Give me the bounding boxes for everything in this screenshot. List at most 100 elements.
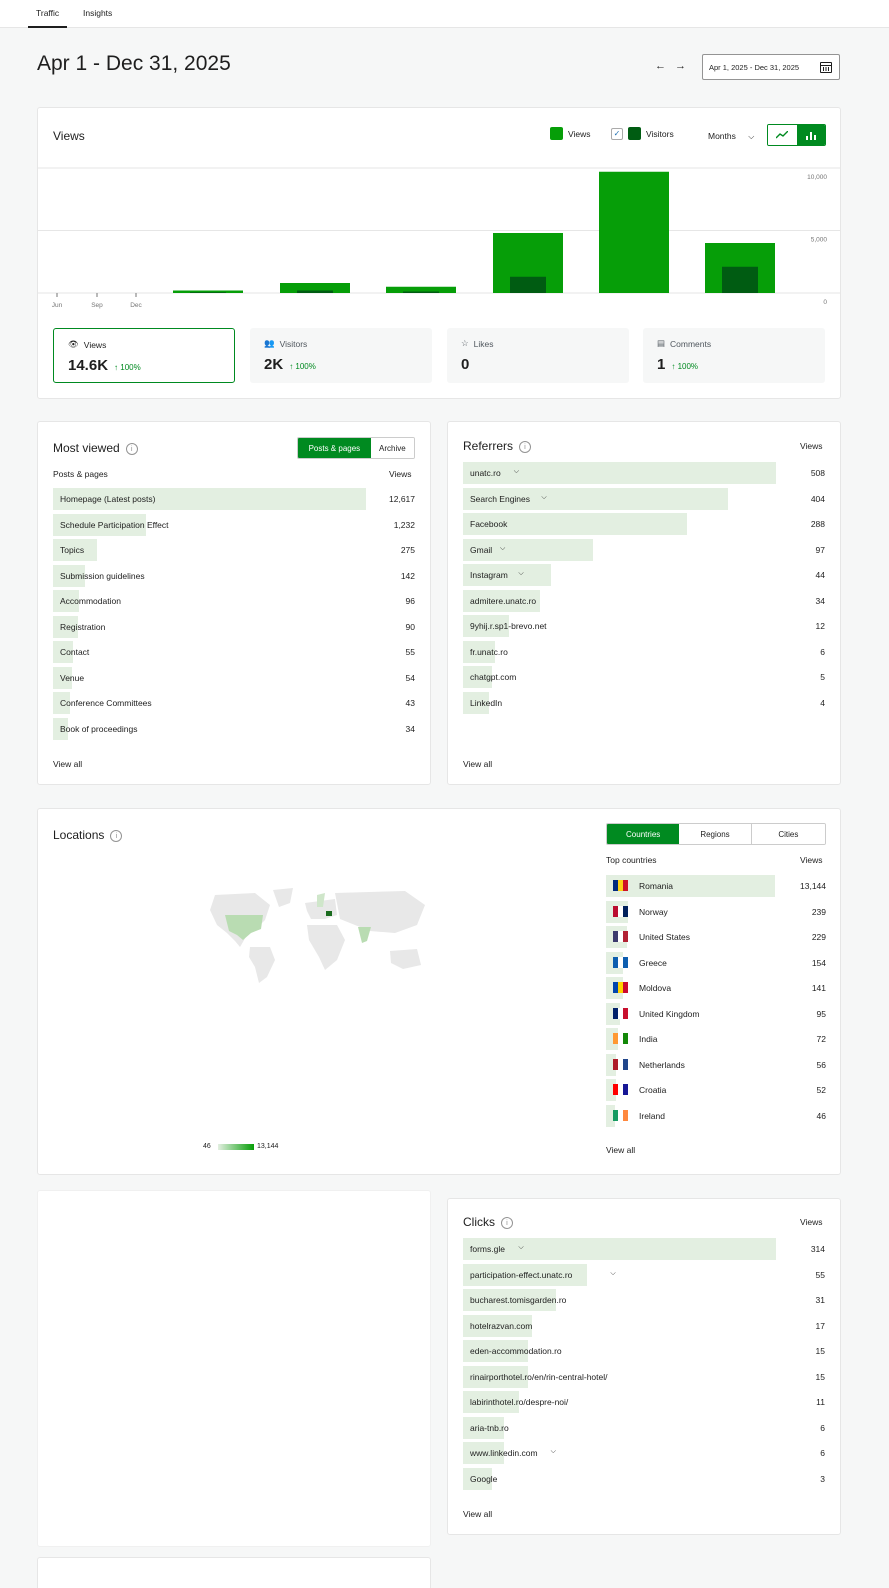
chevron-down-icon[interactable]: ⌵ [541,494,546,502]
referrer-row[interactable]: Facebook 288 [463,513,825,535]
clicks-view-all[interactable]: View all [463,1509,492,1519]
chart-type-toggle[interactable] [767,124,826,146]
info-icon[interactable]: i [125,442,138,455]
most-viewed-row[interactable]: Topics 275 [53,539,415,561]
country-row[interactable]: Romania 13,144 [606,875,826,897]
chevron-down-icon[interactable]: ⌵ [551,1448,556,1456]
most-viewed-row[interactable]: Accommodation 96 [53,590,415,612]
row-label: Moldova [639,983,672,993]
referrer-row[interactable]: Search Engines ⌵ 404 [463,487,825,510]
referrer-row[interactable]: admitere.unatc.ro 34 [463,589,825,612]
chevron-down-icon[interactable]: ⌵ [518,1244,523,1252]
legend-visitors[interactable]: ✓ Visitors [611,127,674,140]
click-row[interactable]: labirinthotel.ro/despre-noi/11 [463,1391,825,1413]
row-value: 141 [811,983,826,993]
calendar-icon [820,62,832,73]
country-row[interactable]: Greece 154 [606,951,826,974]
referrer-row[interactable]: LinkedIn 4 [463,691,825,714]
row-value: 3 [820,1473,825,1484]
locations-view-all[interactable]: View all [606,1145,635,1155]
country-row[interactable]: Moldova 141 [606,977,826,999]
tab-posts-pages[interactable]: Posts & pages [298,438,371,458]
referrer-row[interactable]: fr.unatc.ro 6 [463,640,825,663]
views-bar [599,171,669,293]
country-row[interactable]: Ireland 46 [606,1104,826,1127]
tab-countries[interactable]: Countries [607,824,680,844]
tab-archive[interactable]: Archive [370,438,414,458]
stat-comments[interactable]: ▤ Comments 1 ↑ 100% [643,328,825,383]
click-row[interactable]: eden-accommodation.ro 15 [463,1340,825,1362]
most-viewed-toggle[interactable]: Posts & pages Archive [297,437,415,459]
row-value: 1,232 [393,519,415,530]
map-south-america [249,947,275,983]
country-row[interactable]: Norway 239 [606,900,826,923]
bar-chart-icon[interactable] [796,125,825,145]
country-row[interactable]: India 72 [606,1028,826,1050]
row-value: 55 [405,647,415,657]
click-row[interactable]: Google 3 [463,1467,825,1490]
click-row[interactable]: aria-tnb.ro 6 [463,1416,825,1439]
click-row[interactable]: forms.gle ⌵ 314 [463,1238,825,1260]
next-period-button[interactable]: → [675,60,686,72]
stat-views[interactable]: 👁 Views 14.6K ↑ 100% [53,328,235,383]
most-viewed-row[interactable]: Book of proceedings 34 [53,717,415,740]
eye-icon: 👁 [68,339,79,349]
referrers-view-all[interactable]: View all [463,759,492,769]
visitors-checkbox[interactable]: ✓ [611,127,623,140]
most-viewed-row[interactable]: Submission guidelines 142 [53,564,415,587]
referrer-row[interactable]: chatgpt.com 5 [463,666,825,688]
row-value: 97 [815,544,825,555]
tab-insights[interactable]: Insights [83,8,112,18]
referrer-row[interactable]: Gmail ⌵ 97 [463,538,825,561]
click-row[interactable]: bucharest.tomisgarden.ro 31 [463,1289,825,1311]
most-viewed-row[interactable]: Registration 90 [53,615,415,638]
country-row[interactable]: United Kingdom 95 [606,1002,826,1025]
row-label: hotelrazvan.com [470,1320,533,1331]
chevron-down-icon[interactable]: ⌵ [514,468,519,476]
info-icon[interactable]: i [110,829,123,842]
most-viewed-row[interactable]: Venue 54 [53,666,415,689]
most-viewed-row[interactable]: Homepage (Latest posts) 12,617 [53,488,415,510]
chevron-down-icon[interactable]: ⌵ [518,570,523,578]
row-label: Conference Committees [60,698,152,708]
row-label: Netherlands [639,1059,685,1070]
row-label: Registration [60,621,106,632]
interval-select[interactable]: Months ⌵ [708,131,754,142]
previous-period-button[interactable]: ← [655,60,666,72]
stat-views-label: Views [83,339,107,350]
click-row[interactable]: www.linkedin.com ⌵ 6 [463,1442,825,1464]
most-viewed-row[interactable]: Contact 55 [53,641,415,663]
referrer-row[interactable]: unatc.ro ⌵ 508 [463,462,825,484]
row-label: Ireland [639,1110,665,1121]
chevron-down-icon[interactable]: ⌵ [610,1270,615,1278]
tab-traffic[interactable]: Traffic [27,8,68,28]
most-viewed-row[interactable]: Conference Committees 43 [53,692,415,714]
country-row[interactable]: United States 229 [606,926,826,948]
legend-views[interactable]: Views [550,127,591,140]
tab-cities[interactable]: Cities [751,824,825,844]
country-row[interactable]: Croatia 52 [606,1079,826,1101]
most-viewed-row[interactable]: Schedule Participation Effect 1,232 [53,513,415,536]
most-viewed-view-all[interactable]: View all [53,759,82,769]
tab-regions[interactable]: Regions [679,824,752,844]
referrer-row[interactable]: Instagram ⌵ 44 [463,564,825,586]
stat-likes[interactable]: ☆ Likes 0 [447,328,629,383]
row-value: 13,144 [800,881,826,891]
chevron-down-icon[interactable]: ⌵ [500,545,505,553]
locations-toggle[interactable]: Countries Regions Cities [606,823,826,845]
stat-visitors[interactable]: 👥 Visitors 2K ↑ 100% [250,328,432,383]
click-row[interactable]: hotelrazvan.com 17 [463,1314,825,1337]
info-icon[interactable]: i [519,440,532,453]
click-row[interactable]: participation-effect.unatc.ro ⌵ 55 [463,1263,825,1286]
line-chart-icon[interactable] [768,125,797,145]
referrer-row[interactable]: 9yhij.r.sp1-brevo.net 12 [463,615,825,637]
flag-icon [613,1058,628,1070]
country-row[interactable]: Netherlands 56 [606,1053,826,1076]
stat-visitors-change: ↑ 100% [289,362,316,371]
date-range-button[interactable]: Apr 1, 2025 - Dec 31, 2025 [702,54,840,80]
map-australia [390,949,421,969]
click-row[interactable]: rinairporthotel.ro/en/rin-central-hotel/… [463,1365,825,1388]
info-icon[interactable]: i [501,1216,513,1229]
row-value: 11 [816,1397,825,1407]
map-india [358,927,371,943]
